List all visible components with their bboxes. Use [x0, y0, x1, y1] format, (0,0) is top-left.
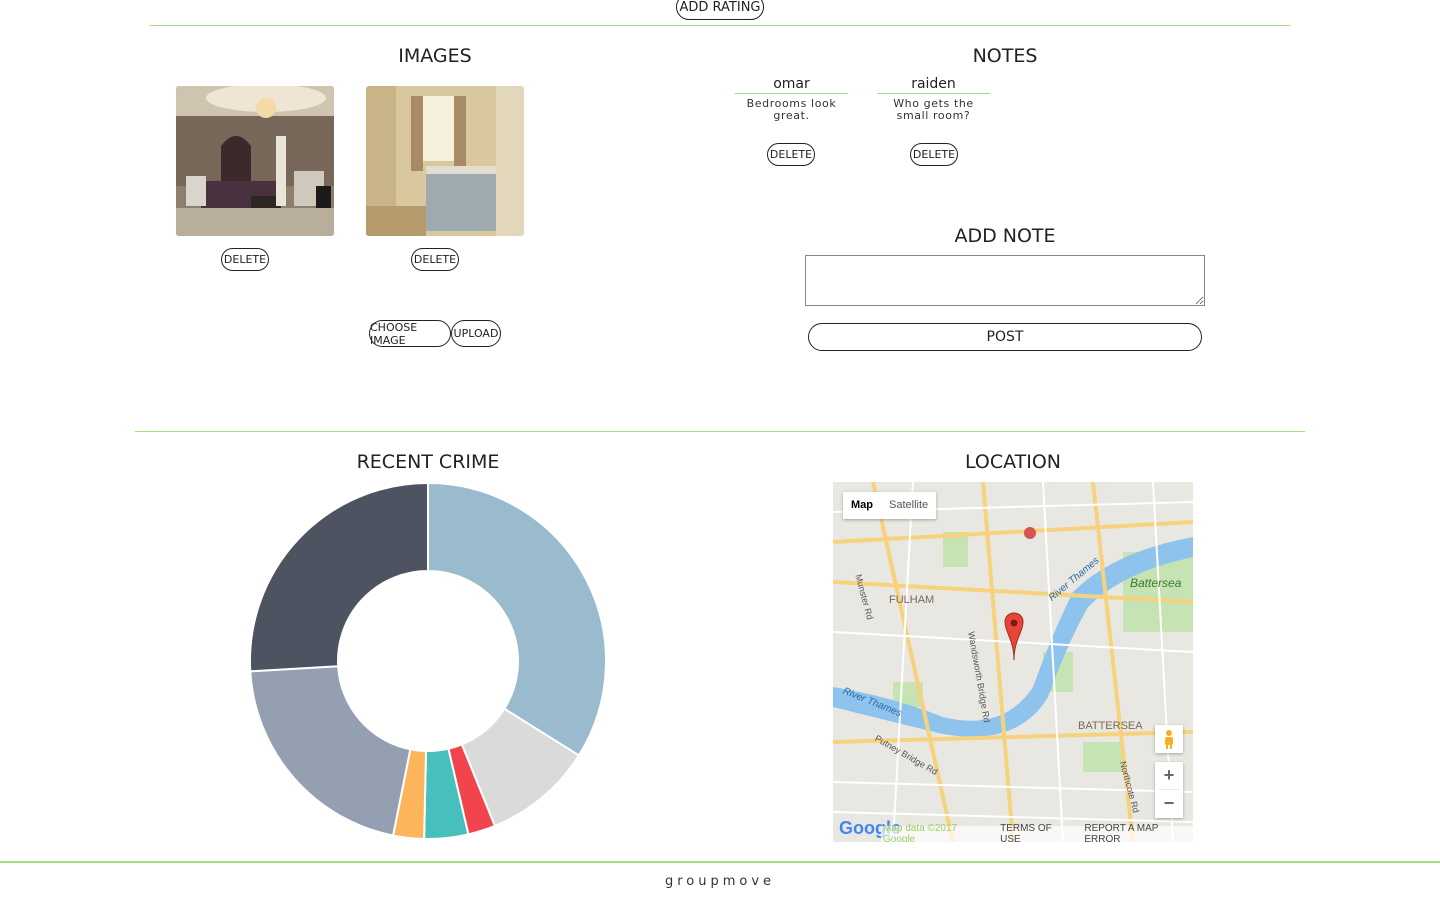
add-rating-button[interactable]: ADD RATING [676, 0, 764, 20]
delete-note-raiden-button[interactable]: DELETE [910, 143, 958, 166]
pegman-icon[interactable] [1155, 725, 1183, 753]
report-map-error-link[interactable]: REPORT A MAP ERROR [1084, 823, 1193, 842]
zoom-out-button[interactable]: − [1155, 790, 1183, 817]
bedroom-photo-2[interactable] [366, 86, 524, 236]
map-label-fulham: FULHAM [889, 594, 935, 606]
donut-slice-0[interactable] [427, 481, 607, 757]
map-label-battersea: BATTERSEA [1078, 720, 1143, 732]
note-text-raiden: Who gets the small room? [893, 97, 974, 122]
images-heading: IMAGES [398, 45, 472, 67]
note-text-omar: Bedrooms look great. [746, 97, 837, 122]
bedroom-photo-2-image [366, 86, 524, 236]
map-tab-satellite[interactable]: Satellite [881, 492, 936, 519]
upload-button[interactable]: UPLOAD [451, 320, 501, 347]
map-tiles [833, 482, 1193, 842]
donut-slice-6[interactable] [249, 481, 429, 673]
location-heading: LOCATION [964, 451, 1062, 473]
map-data-attribution: Map data ©2017 Google [883, 823, 958, 842]
recent-crime-heading: RECENT CRIME [356, 451, 500, 473]
crime-donut-chart [249, 481, 607, 840]
map-type-control: Map Satellite [843, 492, 937, 519]
bedroom-photo-1-image [176, 86, 334, 236]
footer-divider [0, 861, 1440, 863]
delete-image-2-button[interactable]: DELETE [411, 248, 459, 271]
terms-of-use-link[interactable]: TERMS OF USE [1000, 823, 1072, 842]
delete-image-1-button[interactable]: DELETE [221, 248, 269, 271]
note-author-raiden: raiden [877, 76, 990, 94]
choose-image-button[interactable]: CHOOSE IMAGE [369, 320, 451, 347]
location-map[interactable]: FULHAM BATTERSEA Battersea River Thames … [833, 482, 1193, 842]
note-author-omar: omar [735, 76, 848, 94]
top-divider [150, 25, 1290, 26]
delete-note-omar-button[interactable]: DELETE [767, 143, 815, 166]
map-attribution-bar: Map data ©2017 Google TERMS OF USE REPOR… [881, 823, 1193, 842]
zoom-in-button[interactable]: + [1155, 762, 1183, 789]
bedroom-photo-1[interactable] [176, 86, 334, 236]
middle-divider [135, 431, 1305, 432]
add-note-heading: ADD NOTE [954, 225, 1056, 247]
zoom-control: + − [1155, 762, 1183, 818]
footer-brand: groupmove [664, 874, 776, 889]
note-input[interactable] [805, 255, 1205, 306]
map-tab-map[interactable]: Map [843, 492, 881, 519]
donut-slice-5[interactable] [249, 665, 412, 837]
map-label-battersea-park: Battersea [1130, 576, 1182, 590]
post-button[interactable]: POST [808, 323, 1202, 351]
notes-heading: NOTES [972, 45, 1038, 67]
